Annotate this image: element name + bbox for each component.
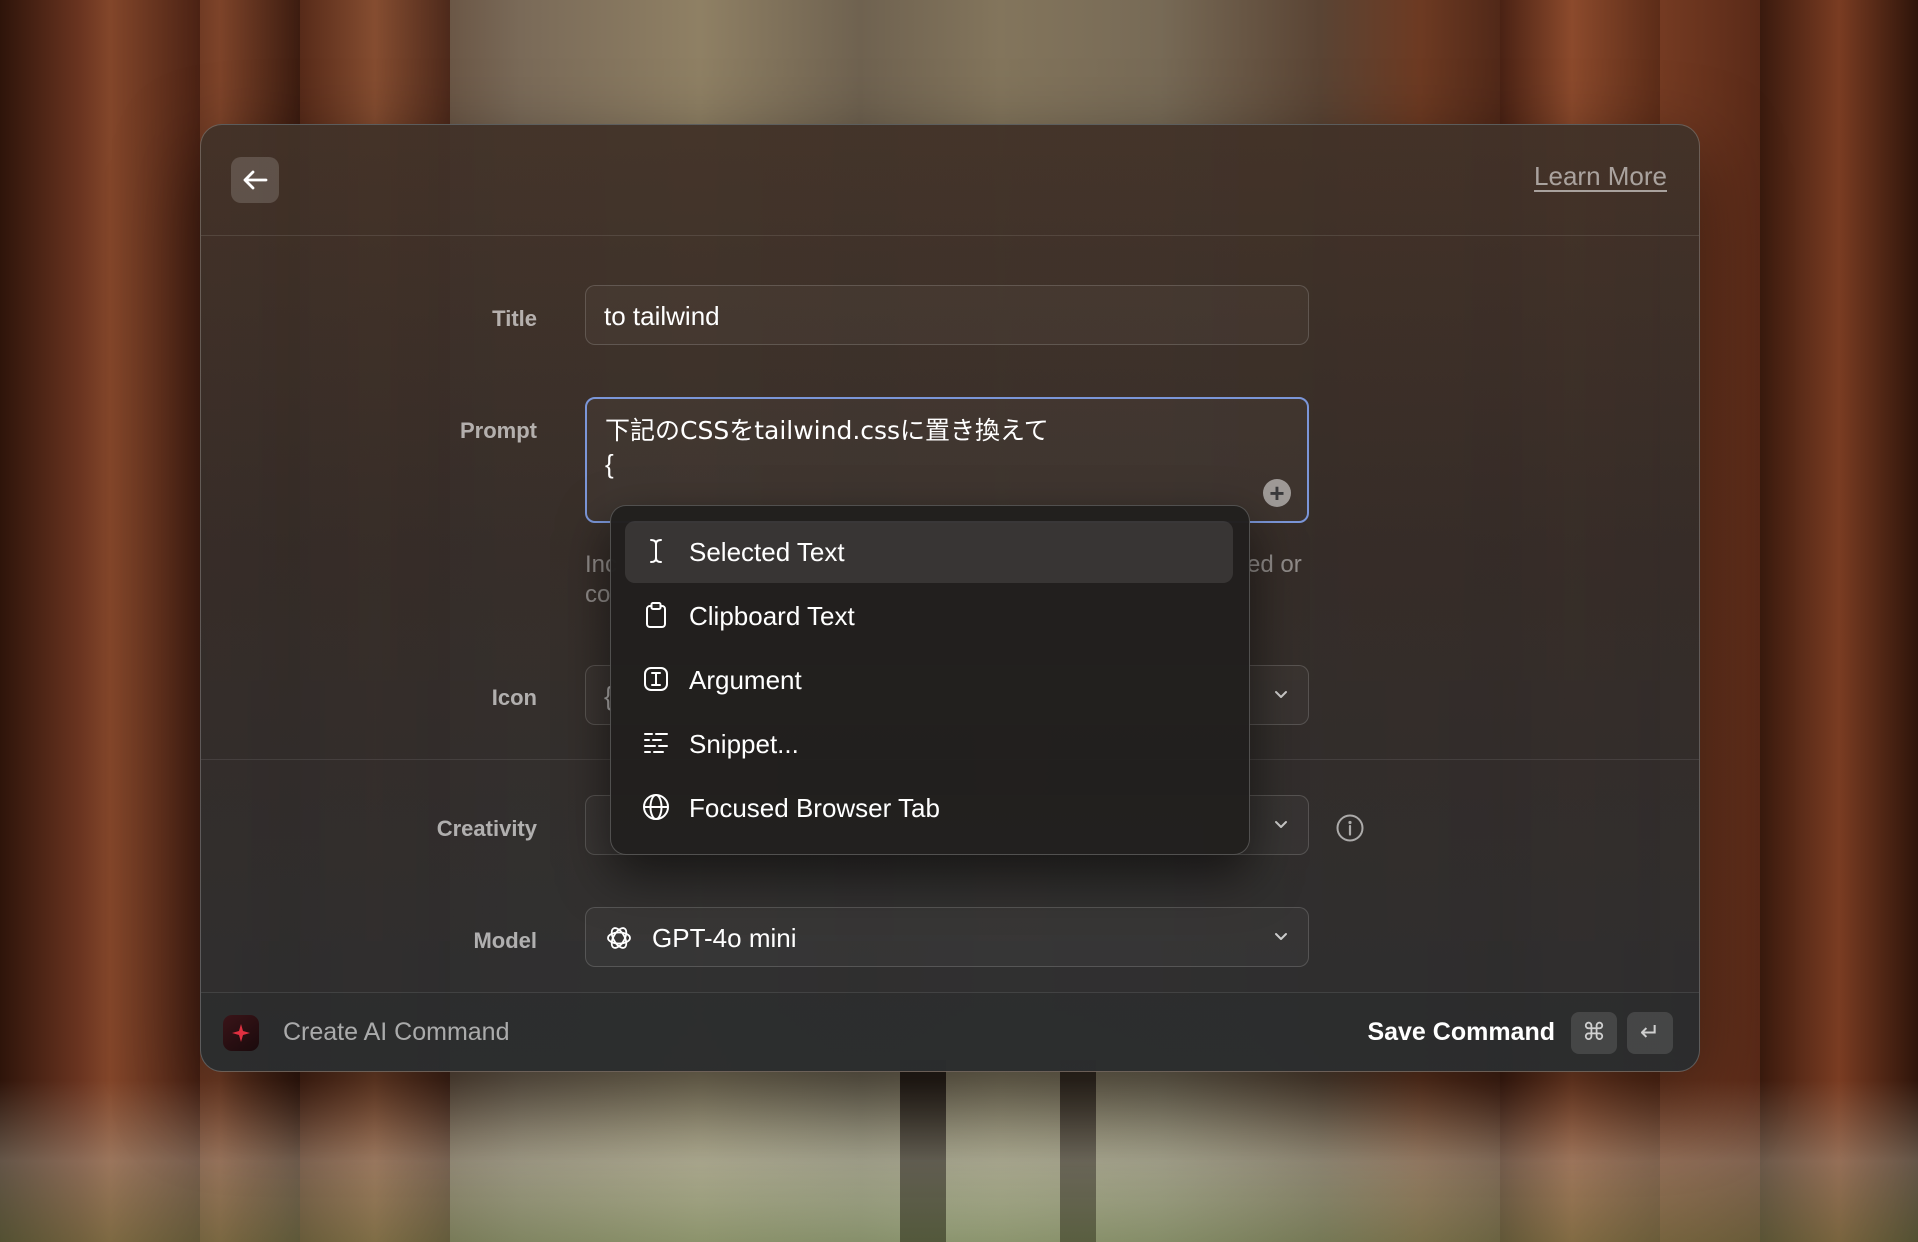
shortcut-command-key: ⌘ [1571,1012,1617,1054]
menu-item-snippet[interactable]: Snippet... [625,713,1233,775]
chevron-down-icon [1275,691,1287,698]
menu-item-selected-text[interactable]: Selected Text [625,521,1233,583]
sparkle-icon [232,1024,250,1042]
menu-item-clipboard-text[interactable]: Clipboard Text [625,585,1233,647]
back-button[interactable] [231,157,279,203]
learn-more-link[interactable]: Learn More [1534,161,1667,192]
shortcut-enter-key: ↵ [1627,1012,1673,1054]
menu-item-argument[interactable]: Argument [625,649,1233,711]
command-title: Create AI Command [283,1018,510,1046]
ai-command-app-icon [223,1015,259,1051]
prompt-text-line: { [605,449,614,479]
globe-icon [643,794,669,820]
save-command-button[interactable]: Save Command [1367,1018,1555,1047]
creativity-label: Creativity [436,816,537,841]
menu-item-label: Snippet... [689,729,799,759]
arrow-left-icon [243,170,268,190]
background-tree-trunk [1760,0,1918,1242]
insert-placeholder-button[interactable]: + [1263,479,1291,507]
prompt-text-line: 下記のCSSをtailwind.cssに置き換えて [605,416,1049,445]
background-tree-trunk [0,0,200,1242]
model-select[interactable]: GPT-4o mini [585,907,1309,967]
action-bar: Create AI Command Save Command ⌘ ↵ [201,992,1699,1071]
model-label: Model [473,928,537,953]
window-header: Learn More [201,125,1699,236]
background-forest-floor [0,1080,1918,1242]
model-select-value: GPT-4o mini [652,923,797,953]
prompt-hint-text: co [585,581,611,608]
info-icon[interactable] [1335,813,1365,843]
openai-logo-icon [607,927,631,949]
title-label: Title [492,306,537,331]
menu-item-label: Argument [689,665,802,695]
chevron-down-icon [1275,933,1287,940]
prompt-label: Prompt [460,418,537,443]
prompt-hint-text: ed or [1247,551,1302,578]
placeholder-dropdown-menu: Selected Text Clipboard Text Argument Sn… [610,505,1250,855]
menu-item-focused-browser-tab[interactable]: Focused Browser Tab [625,777,1233,839]
menu-item-label: Clipboard Text [689,601,855,631]
text-cursor-icon [650,539,662,563]
title-input[interactable]: to tailwind [585,285,1309,345]
title-input-value: to tailwind [604,301,720,331]
menu-item-label: Selected Text [689,537,845,567]
snippet-icon [644,733,668,753]
chevron-down-icon [1275,821,1287,828]
argument-icon [644,667,668,691]
icon-label: Icon [491,685,537,710]
clipboard-icon [646,602,666,628]
menu-item-label: Focused Browser Tab [689,793,940,823]
